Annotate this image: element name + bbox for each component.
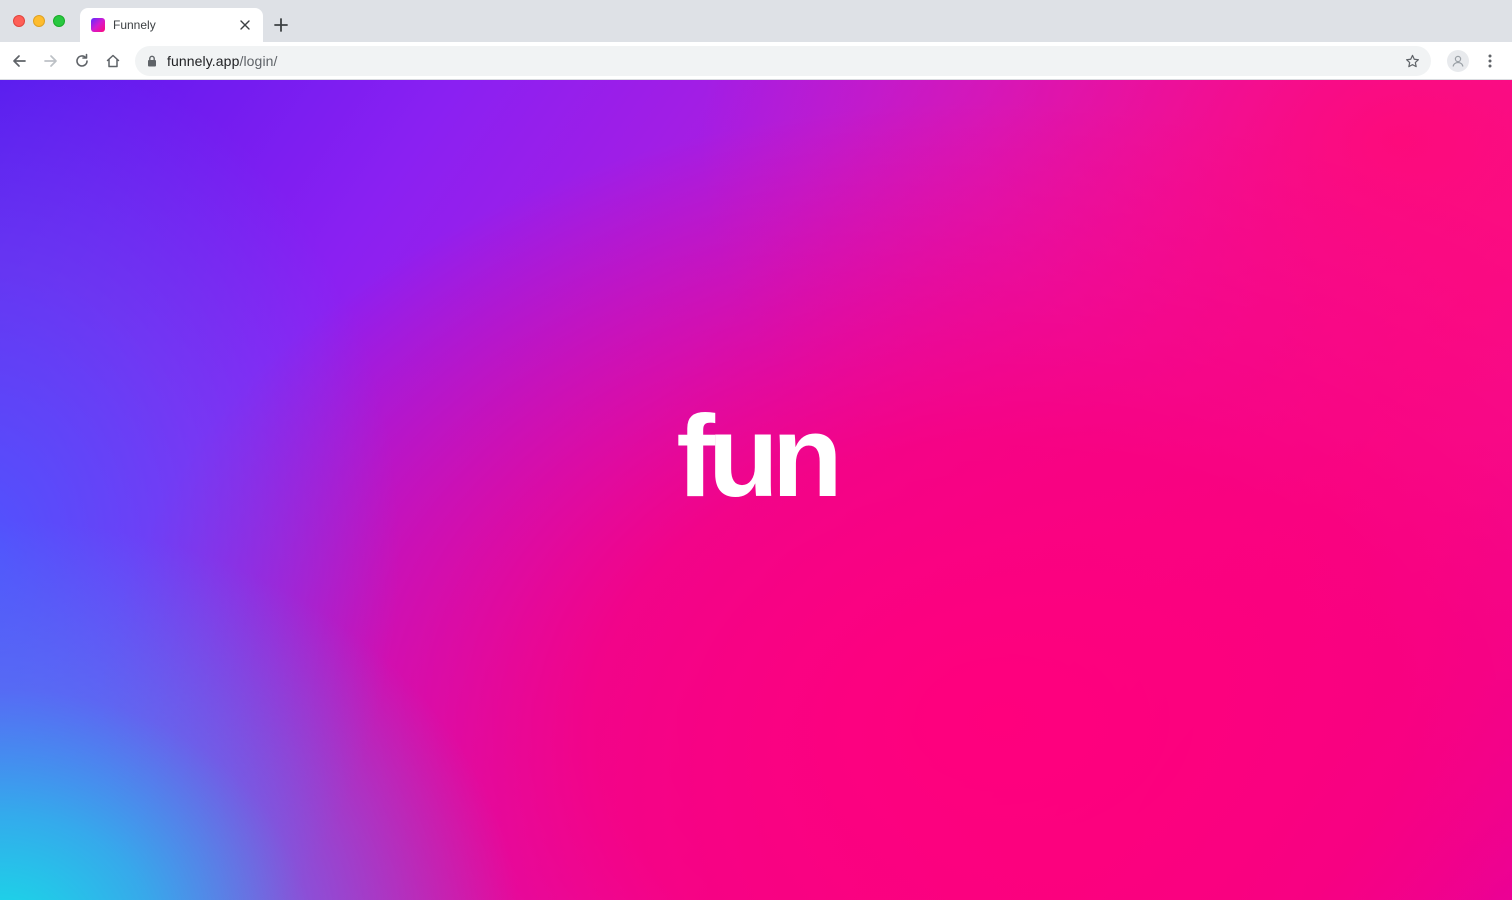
reload-button[interactable] <box>71 50 93 72</box>
forward-arrow-icon <box>44 55 57 67</box>
home-button[interactable] <box>102 50 124 72</box>
url-path: /login/ <box>239 53 278 69</box>
reload-icon <box>76 53 88 67</box>
window-close-button[interactable] <box>13 15 25 27</box>
login-splash-background: fun <box>0 80 1512 900</box>
plus-icon <box>274 18 288 32</box>
browser-toolbar: funnely.app/login/ <box>0 42 1512 80</box>
forward-button[interactable] <box>40 50 62 72</box>
back-button[interactable] <box>8 50 30 72</box>
brand-logo-text: fun <box>676 391 842 521</box>
browser-tab-funnely[interactable]: Funnely <box>80 8 263 42</box>
browser-menu-button[interactable] <box>1480 50 1500 72</box>
close-icon[interactable] <box>237 17 253 33</box>
back-arrow-icon <box>13 55 26 67</box>
new-tab-button[interactable] <box>271 15 291 35</box>
kebab-menu-icon <box>1488 54 1492 68</box>
address-bar[interactable]: funnely.app/login/ <box>135 46 1431 76</box>
funnely-favicon-icon <box>91 18 105 32</box>
tab-title: Funnely <box>113 18 156 32</box>
window-minimize-button[interactable] <box>33 15 45 27</box>
url-host: funnely.app <box>167 53 240 69</box>
star-icon <box>1405 54 1419 67</box>
tab-strip: Funnely <box>0 0 1512 42</box>
profile-icon <box>1452 55 1464 67</box>
window-zoom-button[interactable] <box>53 15 65 27</box>
home-icon <box>106 54 120 68</box>
lock-icon[interactable] <box>145 54 159 68</box>
profile-button[interactable] <box>1447 50 1469 72</box>
bookmark-star-button[interactable] <box>1403 52 1421 70</box>
url-text[interactable]: funnely.app/login/ <box>167 53 278 69</box>
